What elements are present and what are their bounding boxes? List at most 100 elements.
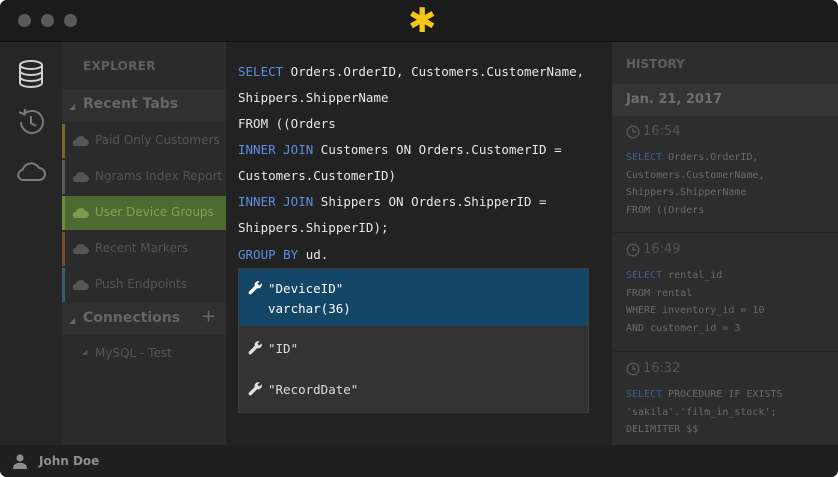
code-line: GROUP BY ud. bbox=[238, 247, 328, 263]
cloud-icon[interactable] bbox=[15, 155, 47, 187]
status-bar: John Doe bbox=[0, 445, 838, 477]
autocomplete-dropdown: "DeviceID" varchar(36) "ID" "RecordDate" bbox=[238, 268, 589, 413]
history-time-text: 16:54 bbox=[643, 124, 681, 139]
sql-keyword: INNER JOIN bbox=[238, 142, 314, 157]
history-panel: HISTORY Jan. 21, 2017 16:54 SELECT Order… bbox=[612, 42, 838, 445]
database-icon[interactable] bbox=[15, 58, 47, 90]
history-entry[interactable]: 16:54 SELECT Orders.OrderID, Customers.C… bbox=[612, 124, 838, 230]
clock-icon bbox=[626, 243, 640, 257]
cloud-icon bbox=[72, 243, 89, 254]
sql-text: FROM rental bbox=[626, 287, 693, 299]
sql-editor[interactable]: SELECT Orders.OrderID, Customers.Custome… bbox=[226, 42, 612, 445]
history-sql: SELECT rental_id FROM rental WHERE inven… bbox=[626, 267, 764, 337]
connections-header[interactable]: ◢ Connections + bbox=[62, 303, 226, 335]
code-line: SELECT Orders.OrderID, Customers.Custome… bbox=[238, 64, 584, 80]
recent-tab-label: User Device Groups bbox=[95, 205, 214, 219]
sql-text: Shippers ON Orders.ShipperID = bbox=[313, 194, 547, 209]
recent-tab-label: Push Endpoints bbox=[95, 277, 187, 291]
explorer-panel: EXPLORER ◢ Recent Tabs Paid Only Custome… bbox=[62, 42, 226, 445]
icon-sidebar bbox=[0, 42, 62, 445]
recent-tab-label: Recent Markers bbox=[95, 241, 189, 255]
recent-tab-item[interactable]: Ngrams Index Report bbox=[62, 160, 226, 194]
window-close-button[interactable] bbox=[18, 14, 31, 27]
history-entry[interactable]: 16:49 SELECT rental_id FROM rental WHERE… bbox=[612, 242, 838, 348]
code-line: INNER JOIN Customers ON Orders.CustomerI… bbox=[238, 142, 562, 158]
sql-text: PROCEDURE IF EXISTS bbox=[662, 389, 783, 400]
code-line: Customers.CustomerID) bbox=[238, 168, 396, 184]
history-time-text: 16:49 bbox=[643, 242, 681, 257]
clock-icon bbox=[626, 362, 640, 376]
history-divider bbox=[612, 232, 838, 233]
history-entry[interactable]: 16:32 SELECT PROCEDURE IF EXISTS 'sakila… bbox=[612, 361, 838, 445]
app-window: ✱ EXPLORER ◢ Recent Tabs Paid Only Custo… bbox=[0, 0, 838, 477]
code-line: INNER JOIN Shippers ON Orders.ShipperID … bbox=[238, 194, 547, 210]
sql-text: Shippers.ShipperName bbox=[238, 90, 389, 105]
recent-tab-label: Ngrams Index Report bbox=[95, 169, 223, 183]
history-icon[interactable] bbox=[15, 106, 47, 138]
recent-tab-item[interactable]: Recent Markers bbox=[62, 232, 226, 266]
wrench-icon bbox=[248, 341, 262, 355]
suggestion-name: "ID" bbox=[268, 341, 299, 356]
recent-tab-label: Paid Only Customers bbox=[95, 133, 220, 147]
autocomplete-item[interactable]: "ID" bbox=[239, 326, 588, 368]
sql-keyword: GROUP BY bbox=[238, 247, 299, 262]
window-minimize-button[interactable] bbox=[41, 14, 54, 27]
sql-text: Customers ON Orders.CustomerID = bbox=[313, 142, 562, 157]
cloud-icon bbox=[72, 135, 89, 146]
cloud-icon bbox=[72, 207, 89, 218]
sql-keyword: INNER JOIN bbox=[238, 194, 314, 209]
autocomplete-item[interactable]: "RecordDate" bbox=[239, 368, 588, 412]
sql-keyword: SELECT bbox=[238, 64, 284, 79]
sql-text: Orders.OrderID, Customers.CustomerName, bbox=[283, 64, 585, 79]
sql-text: rental_id bbox=[662, 270, 723, 281]
cloud-icon bbox=[72, 171, 89, 182]
explorer-title: EXPLORER bbox=[83, 59, 156, 73]
history-time-text: 16:32 bbox=[643, 361, 681, 376]
connection-label: MySQL - Test bbox=[95, 346, 172, 360]
sql-text: 'sakila'.'film_in_stock'; bbox=[626, 406, 777, 418]
sql-keyword: SELECT bbox=[626, 152, 663, 163]
sql-text: Customers.CustomerID) bbox=[238, 168, 397, 183]
sql-text: Orders.OrderID, bbox=[662, 152, 759, 163]
recent-tab-item[interactable]: Push Endpoints bbox=[62, 268, 226, 302]
tab-color-bar bbox=[62, 160, 65, 194]
history-sql: SELECT PROCEDURE IF EXISTS 'sakila'.'fil… bbox=[626, 386, 783, 439]
sql-text: AND customer_id = 3 bbox=[626, 322, 741, 334]
tab-color-bar bbox=[62, 268, 65, 302]
user-name[interactable]: John Doe bbox=[39, 454, 99, 468]
history-sql: SELECT Orders.OrderID, Customers.Custome… bbox=[626, 149, 764, 219]
sql-text: Shippers.ShipperName bbox=[626, 187, 747, 198]
connections-label: Connections bbox=[83, 310, 181, 326]
sql-text: ud. bbox=[298, 247, 329, 262]
code-line: Shippers.ShipperID); bbox=[238, 220, 389, 236]
collapse-triangle-icon: ◢ bbox=[69, 316, 76, 325]
history-title: HISTORY bbox=[626, 57, 685, 71]
clock-icon bbox=[626, 125, 640, 139]
connection-item[interactable]: ◢ MySQL - Test bbox=[62, 342, 226, 366]
code-line: FROM ((Orders bbox=[238, 116, 336, 132]
wrench-icon bbox=[248, 281, 262, 295]
suggestion-type: varchar(36) bbox=[268, 301, 351, 316]
autocomplete-item-selected[interactable]: "DeviceID" varchar(36) bbox=[239, 269, 588, 326]
recent-tab-item-active[interactable]: User Device Groups bbox=[62, 196, 226, 230]
sql-keyword: SELECT bbox=[626, 270, 663, 281]
user-icon bbox=[13, 454, 27, 469]
sql-text: FROM ((Orders bbox=[626, 204, 705, 216]
history-date-header: Jan. 21, 2017 bbox=[612, 84, 838, 116]
history-divider bbox=[612, 351, 838, 352]
sql-text: FROM ((Orders bbox=[238, 116, 336, 131]
add-connection-button[interactable]: + bbox=[201, 306, 216, 327]
sql-text: WHERE inventory_id = 10 bbox=[626, 305, 765, 316]
recent-tab-item[interactable]: Paid Only Customers bbox=[62, 124, 226, 158]
sql-text: DELIMITER $$ bbox=[626, 424, 699, 435]
recent-tabs-header[interactable]: ◢ Recent Tabs bbox=[62, 89, 226, 121]
sql-text: Customers.CustomerName, bbox=[626, 169, 765, 181]
recent-tabs-label: Recent Tabs bbox=[83, 96, 179, 112]
tab-color-bar bbox=[62, 196, 65, 230]
history-date: Jan. 21, 2017 bbox=[626, 92, 723, 107]
suggestion-name: "RecordDate" bbox=[268, 382, 359, 397]
code-line: Shippers.ShipperName bbox=[238, 90, 389, 106]
window-zoom-button[interactable] bbox=[64, 14, 77, 27]
wrench-icon bbox=[248, 382, 262, 396]
tab-color-bar bbox=[62, 124, 65, 158]
